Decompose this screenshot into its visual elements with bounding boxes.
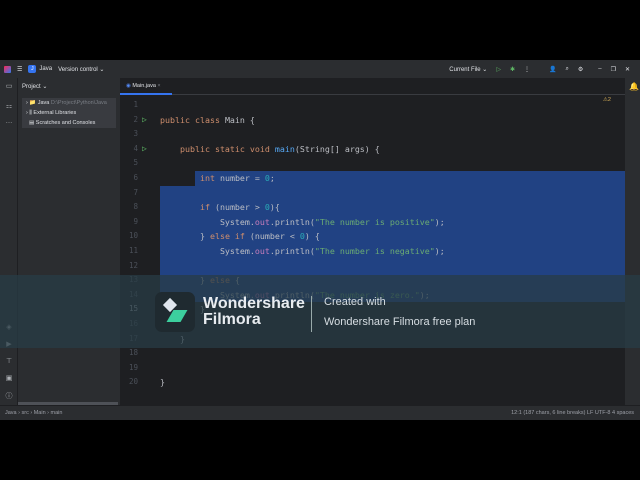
code-line: 10 } else if (number < 0) {	[120, 229, 625, 244]
code-line: 5	[120, 156, 625, 171]
more-icon[interactable]: ⋮	[524, 66, 530, 73]
minimize-icon[interactable]: –	[598, 66, 601, 72]
class-icon: ◉	[126, 83, 131, 89]
watermark-line1: Created with	[324, 296, 386, 308]
line-number: 20	[128, 377, 138, 387]
notifications-bell-icon[interactable]: 🔔	[629, 82, 639, 91]
close-icon[interactable]: ✕	[625, 66, 630, 73]
code-line: 2 ▷ public class Main {	[120, 113, 625, 128]
run-gutter-icon[interactable]: ▷	[142, 142, 147, 157]
version-control-menu[interactable]: Version control ⌄	[58, 66, 104, 73]
project-tree: › 📁 Java D:\Project\Python\Java › ⫼ Exte…	[22, 98, 116, 128]
structure-icon[interactable]: ⚏	[4, 102, 14, 110]
project-switcher[interactable]: J Java	[28, 65, 52, 73]
editor-tab-bar: ◉ Main.java ×	[120, 78, 625, 95]
line-number: 6	[133, 173, 138, 182]
more-tools-icon[interactable]: …	[4, 118, 14, 125]
console-icon[interactable]: ▣	[4, 374, 14, 382]
line-number: 4	[133, 143, 138, 153]
intellij-logo-icon	[4, 65, 11, 73]
project-folder-icon[interactable]: ▭	[4, 82, 14, 90]
search-icon[interactable]: ⌕	[565, 66, 568, 73]
line-number: 3	[133, 129, 138, 139]
code-line: 7	[120, 186, 625, 201]
project-name: Java	[39, 66, 53, 72]
tree-item-external-libraries[interactable]: › ⫼ External Libraries	[22, 108, 116, 118]
line-number: 1	[133, 100, 138, 109]
main-menu-button[interactable]: ☰	[17, 66, 22, 73]
code-line: 11 System.out.println("The number is neg…	[120, 244, 625, 259]
settings-gear-icon[interactable]: ⚙	[578, 66, 583, 73]
line-number: 19	[128, 362, 138, 372]
right-tool-strip: 🔔	[625, 78, 640, 405]
line-number: 7	[133, 187, 138, 197]
line-number: 12	[128, 260, 138, 270]
add-user-icon[interactable]: 👤	[549, 66, 556, 73]
status-bar: Java › src › Main › main 12:1 (187 chars…	[0, 405, 640, 420]
debug-icon[interactable]: ✱	[510, 66, 515, 73]
code-line: 4 ▷ public static void main(String[] args…	[120, 142, 625, 157]
title-bar: ☰ J Java Version control ⌄ Current File ⌄…	[0, 60, 640, 78]
problems-icon[interactable]: ⓘ	[4, 391, 14, 401]
run-gutter-icon[interactable]: ▷	[142, 113, 147, 128]
watermark-divider	[311, 296, 312, 332]
code-line: 18	[120, 346, 625, 361]
run-config-select[interactable]: Current File ⌄	[449, 66, 487, 73]
code-line: 6 int number = 0;	[120, 171, 625, 186]
code-editor[interactable]: ⚠2 1 2 ▷ public class Main {3 4 ▷ public stat…	[120, 95, 625, 405]
watermark-brand: Wondershare Filmora	[203, 295, 305, 328]
tree-item-java[interactable]: › 📁 Java D:\Project\Python\Java	[22, 98, 116, 108]
code-line: 8 if (number > 0){	[120, 200, 625, 215]
code-line: 3	[120, 127, 625, 142]
tab-close-icon[interactable]: ×	[157, 83, 160, 89]
project-panel-title[interactable]: Project ⌄	[22, 83, 47, 90]
restore-icon[interactable]: ❐	[611, 66, 616, 73]
code-line: 12	[120, 259, 625, 274]
code-line: 20}	[120, 375, 625, 390]
cursor-info[interactable]: 12:1 (187 chars, 6 line breaks) LF UTF-8…	[511, 406, 634, 420]
line-number: 18	[128, 348, 138, 358]
breadcrumb[interactable]: Java › src › Main › main	[5, 406, 62, 420]
line-number: 11	[128, 246, 138, 255]
terminal-icon[interactable]: ⊤	[4, 357, 14, 365]
tab-main-java[interactable]: ◉ Main.java ×	[120, 78, 172, 95]
ide-window: ☰ J Java Version control ⌄ Current File ⌄…	[0, 60, 640, 420]
code-line: 1	[120, 98, 625, 113]
filmora-logo-icon	[155, 292, 195, 332]
run-icon[interactable]: ▷	[496, 66, 501, 73]
code-line: 19	[120, 361, 625, 376]
code-line: 9 System.out.println("The number is posi…	[120, 215, 625, 230]
watermark-line2: Wondershare Filmora free plan	[324, 316, 476, 328]
line-number: 5	[133, 158, 138, 168]
line-number: 9	[133, 216, 138, 226]
watermark-band	[0, 275, 640, 348]
project-panel: Project ⌄ › 📁 Java D:\Project\Python\Jav…	[18, 78, 120, 405]
line-number: 8	[133, 202, 138, 212]
tree-item-scratches[interactable]: ▤ Scratches and Consoles	[22, 118, 116, 128]
project-badge: J	[28, 65, 37, 73]
line-number: 2	[133, 114, 138, 124]
left-tool-strip: ▭ ⚏ … ◈ ▶ ⊤ ▣ ⓘ ⑂	[0, 78, 18, 415]
line-number: 10	[128, 231, 138, 241]
